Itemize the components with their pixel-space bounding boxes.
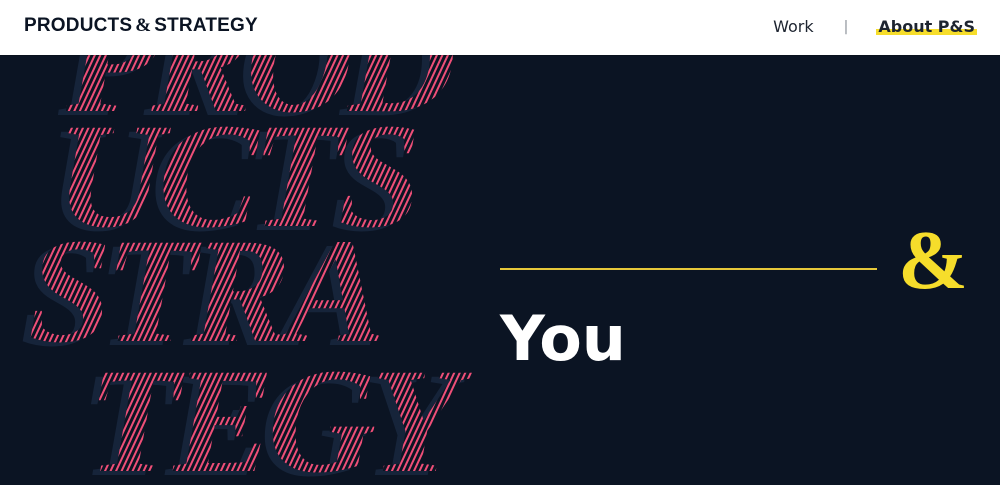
background-typography: PROD UCTS STRA TEGY PROD UCTS STRA TEGY <box>20 55 480 485</box>
logo-text-strategy: STRATEGY <box>154 15 258 36</box>
main-nav: Work | About P&S <box>773 17 977 36</box>
nav-separator: | <box>843 18 849 35</box>
nav-link-work[interactable]: Work <box>773 17 814 36</box>
site-logo[interactable]: PRODUCTS & STRATEGY <box>24 15 258 37</box>
logo-ampersand: & <box>135 15 152 36</box>
hero-section: PROD UCTS STRA TEGY PROD UCTS STRA TEGY … <box>0 55 1000 485</box>
bg-line-4: TEGY <box>88 338 474 485</box>
logo-text-products: PRODUCTS <box>24 15 133 36</box>
divider-line <box>500 268 877 270</box>
ampersand-mark: & <box>898 214 968 307</box>
background-letters-striped: PROD UCTS STRA TEGY <box>28 55 480 485</box>
hero-headline: You <box>500 302 626 375</box>
nav-link-about[interactable]: About P&S <box>876 17 977 36</box>
site-header: PRODUCTS & STRATEGY Work | About P&S <box>0 0 1000 55</box>
